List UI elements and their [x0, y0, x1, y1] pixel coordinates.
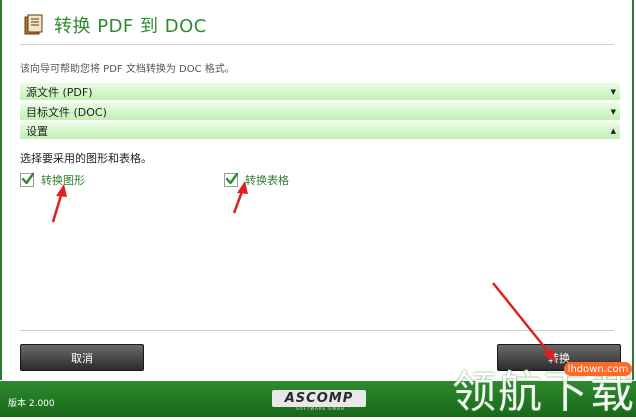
red-arrow-icon	[492, 282, 556, 362]
red-arrow-icon	[232, 181, 248, 214]
watermark-url: lhdown.com	[564, 362, 632, 376]
annotation-arrows	[51, 181, 556, 362]
red-arrow-icon	[51, 184, 67, 223]
